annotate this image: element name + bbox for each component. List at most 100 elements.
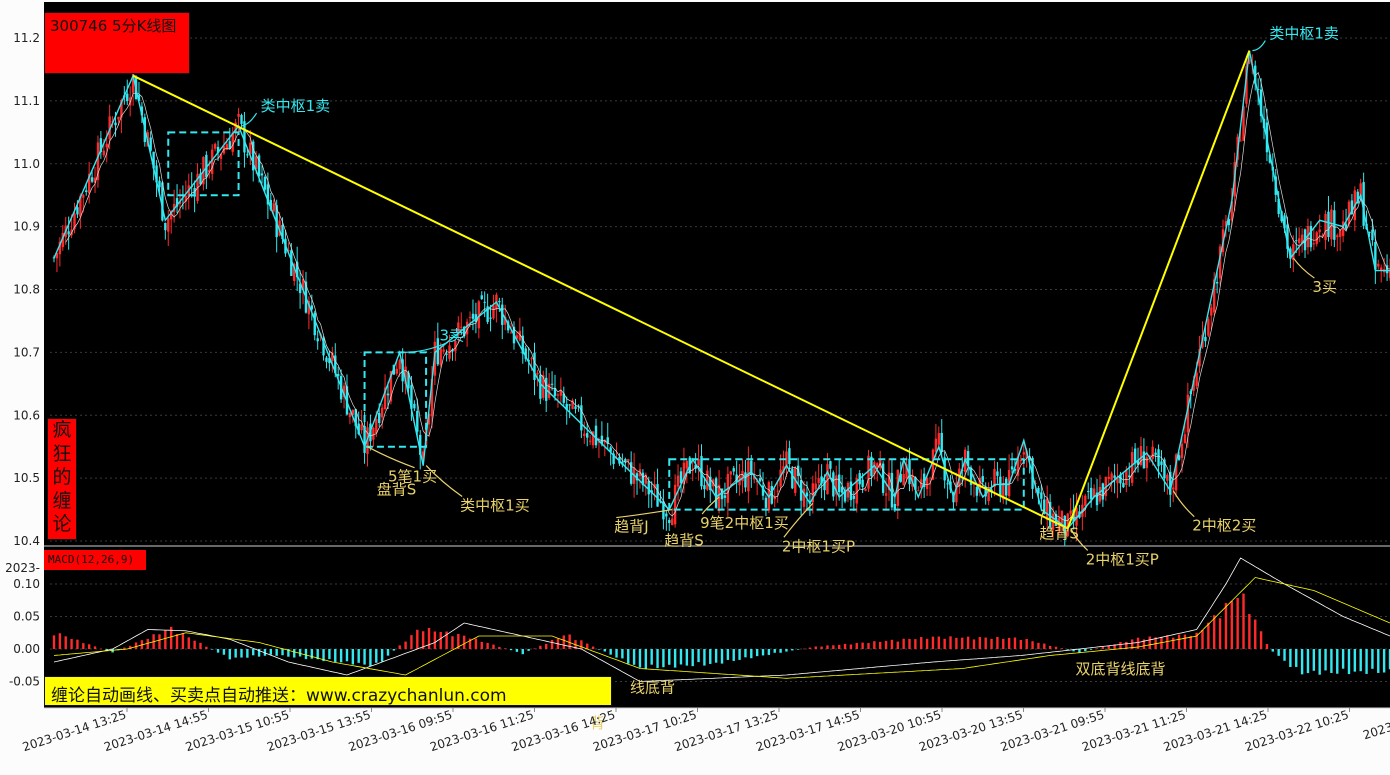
macd-histogram-bar — [310, 649, 314, 659]
candle-up — [468, 316, 472, 318]
macd-histogram-bar — [1043, 643, 1046, 649]
candle-up — [1210, 307, 1213, 316]
candle-up — [102, 150, 106, 156]
macd-histogram-bar — [1089, 649, 1093, 650]
candle-down — [260, 173, 264, 176]
candle-down — [791, 468, 794, 489]
macd-histogram-bar — [697, 649, 700, 663]
promo-banner[interactable]: 缠论自动画线、买卖点自动推送：www.crazychanlun.com — [44, 676, 612, 706]
macd-histogram-bar — [99, 648, 103, 650]
macd-histogram-bar — [627, 649, 630, 664]
macd-histogram-bar — [527, 649, 530, 651]
candle-down — [1204, 336, 1207, 342]
candle-down — [568, 404, 571, 406]
macd-histogram-bar — [1031, 641, 1034, 649]
macd-histogram-bar — [1013, 637, 1017, 649]
macd-histogram-bar — [76, 639, 79, 649]
macd-histogram-bar — [767, 649, 771, 655]
macd-histogram-bar — [1037, 642, 1040, 649]
candle-up — [902, 473, 905, 486]
candle-up — [1380, 267, 1383, 271]
macd-histogram-bar — [334, 649, 337, 663]
price-tick-label: 11.1 — [13, 94, 40, 108]
candle-down — [788, 448, 791, 464]
macd-histogram-bar — [1283, 649, 1286, 661]
macd-histogram-bar — [492, 644, 495, 649]
macd-histogram-bar — [1324, 649, 1327, 671]
candle-up — [375, 419, 378, 434]
candle-down — [849, 481, 853, 501]
macd-histogram-bar — [199, 642, 202, 649]
macd-divergence-label: 线底背 — [630, 679, 675, 697]
macd-histogram-bar — [943, 638, 946, 649]
buy-signal-label: 盘背S — [377, 481, 417, 499]
macd-histogram-bar — [1259, 631, 1263, 649]
macd-histogram-bar — [562, 635, 565, 649]
brand-char: 的 — [52, 466, 72, 488]
macd-histogram-bar — [826, 645, 829, 649]
candle-up — [556, 394, 560, 396]
candle-down — [999, 476, 1002, 497]
candle-down — [764, 497, 768, 508]
buy-signal-label: 类中枢1买 — [460, 497, 530, 515]
macd-histogram-bar — [398, 645, 401, 649]
macd-histogram-bar — [1295, 649, 1298, 667]
candle-up — [1166, 474, 1169, 481]
macd-histogram-bar — [662, 649, 665, 668]
candle-up — [706, 470, 709, 490]
macd-histogram-bar — [1347, 649, 1351, 675]
macd-histogram-bar — [632, 649, 636, 665]
macd-histogram-bar — [1207, 622, 1210, 649]
macd-histogram-bar — [738, 649, 741, 660]
macd-histogram-bar — [550, 639, 554, 649]
macd-divergence-label: 双底背线底背 — [1075, 660, 1165, 678]
macd-histogram-bar — [931, 636, 935, 649]
chart-title: 300746 5分K线图 — [44, 12, 190, 74]
sell-signal-label: 3卖 — [439, 326, 464, 344]
macd-histogram-bar — [1318, 649, 1321, 675]
candle-down — [489, 317, 492, 319]
macd-histogram-bar — [123, 647, 126, 649]
candle-down — [76, 207, 79, 215]
macd-histogram-bar — [345, 649, 349, 662]
candle-up — [530, 358, 533, 360]
candle-up — [398, 360, 401, 370]
macd-histogram-bar — [837, 644, 841, 649]
macd-histogram-bar — [586, 643, 589, 649]
macd-histogram-bar — [744, 649, 747, 658]
macd-histogram-bar — [1078, 649, 1081, 653]
macd-histogram-bar — [1236, 597, 1239, 649]
macd-histogram-bar — [779, 649, 782, 653]
candle-down — [539, 374, 542, 399]
macd-histogram-bar — [269, 649, 273, 655]
candle-up — [1183, 434, 1187, 444]
macd-histogram-bar — [70, 639, 73, 649]
macd-histogram-bar — [1019, 639, 1023, 649]
sell-signal-label: 类中枢1卖 — [261, 97, 331, 115]
macd-histogram-bar — [509, 649, 513, 651]
macd-histogram-bar — [890, 639, 894, 649]
macd-histogram-bar — [1183, 634, 1187, 649]
macd-histogram-bar — [486, 642, 489, 649]
candle-down — [1087, 491, 1090, 493]
candle-up — [1171, 487, 1175, 490]
candle-up — [1022, 452, 1025, 455]
candle-up — [372, 427, 375, 440]
macd-histogram-bar — [955, 637, 958, 649]
candle-up — [1069, 510, 1072, 514]
macd-histogram-bar — [386, 649, 390, 656]
brand-char: 论 — [52, 513, 72, 535]
macd-histogram-bar — [603, 649, 607, 652]
candle-up — [934, 438, 938, 452]
candle-up — [583, 433, 586, 437]
macd-histogram-bar — [1382, 649, 1386, 673]
macd-histogram-bar — [1101, 646, 1105, 649]
candle-up — [237, 113, 240, 117]
macd-histogram-bar — [82, 643, 85, 649]
candle-down — [126, 93, 129, 102]
macd-histogram-bar — [1353, 649, 1357, 672]
candle-down — [668, 520, 671, 524]
candle-down — [1010, 466, 1014, 470]
macd-histogram-bar — [480, 641, 483, 649]
candle-up — [82, 195, 85, 198]
